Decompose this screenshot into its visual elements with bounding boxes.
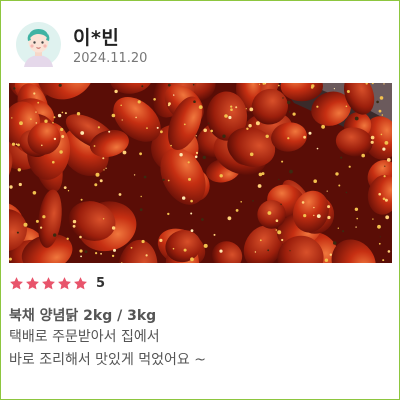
review-photo[interactable] bbox=[9, 83, 392, 263]
rating-row: 5 bbox=[9, 273, 105, 293]
review-card: 이*빈 2024.11.20 5 북채 양념닭 2kg / 3kg 택배로 주문… bbox=[0, 0, 400, 400]
star-icon bbox=[42, 276, 55, 289]
review-date: 2024.11.20 bbox=[73, 51, 148, 66]
star-icon bbox=[10, 276, 23, 289]
star-icon bbox=[58, 276, 71, 289]
product-name: 북채 양념닭 2kg / 3kg bbox=[9, 308, 157, 324]
star-icon bbox=[74, 276, 87, 289]
rating-value: 5 bbox=[96, 275, 106, 291]
review-text-line: 택배로 주문받아서 집에서 bbox=[9, 329, 160, 345]
reviewer-name: 이*빈 bbox=[73, 27, 120, 49]
avatar-icon bbox=[16, 22, 61, 67]
star-icon bbox=[26, 276, 39, 289]
review-text: 택배로 주문받아서 집에서 바로 조리해서 맛있게 먹었어요 ~ bbox=[9, 326, 389, 372]
star-rating bbox=[9, 276, 89, 291]
review-text-line: 바로 조리해서 맛있게 먹었어요 ~ bbox=[9, 352, 206, 368]
